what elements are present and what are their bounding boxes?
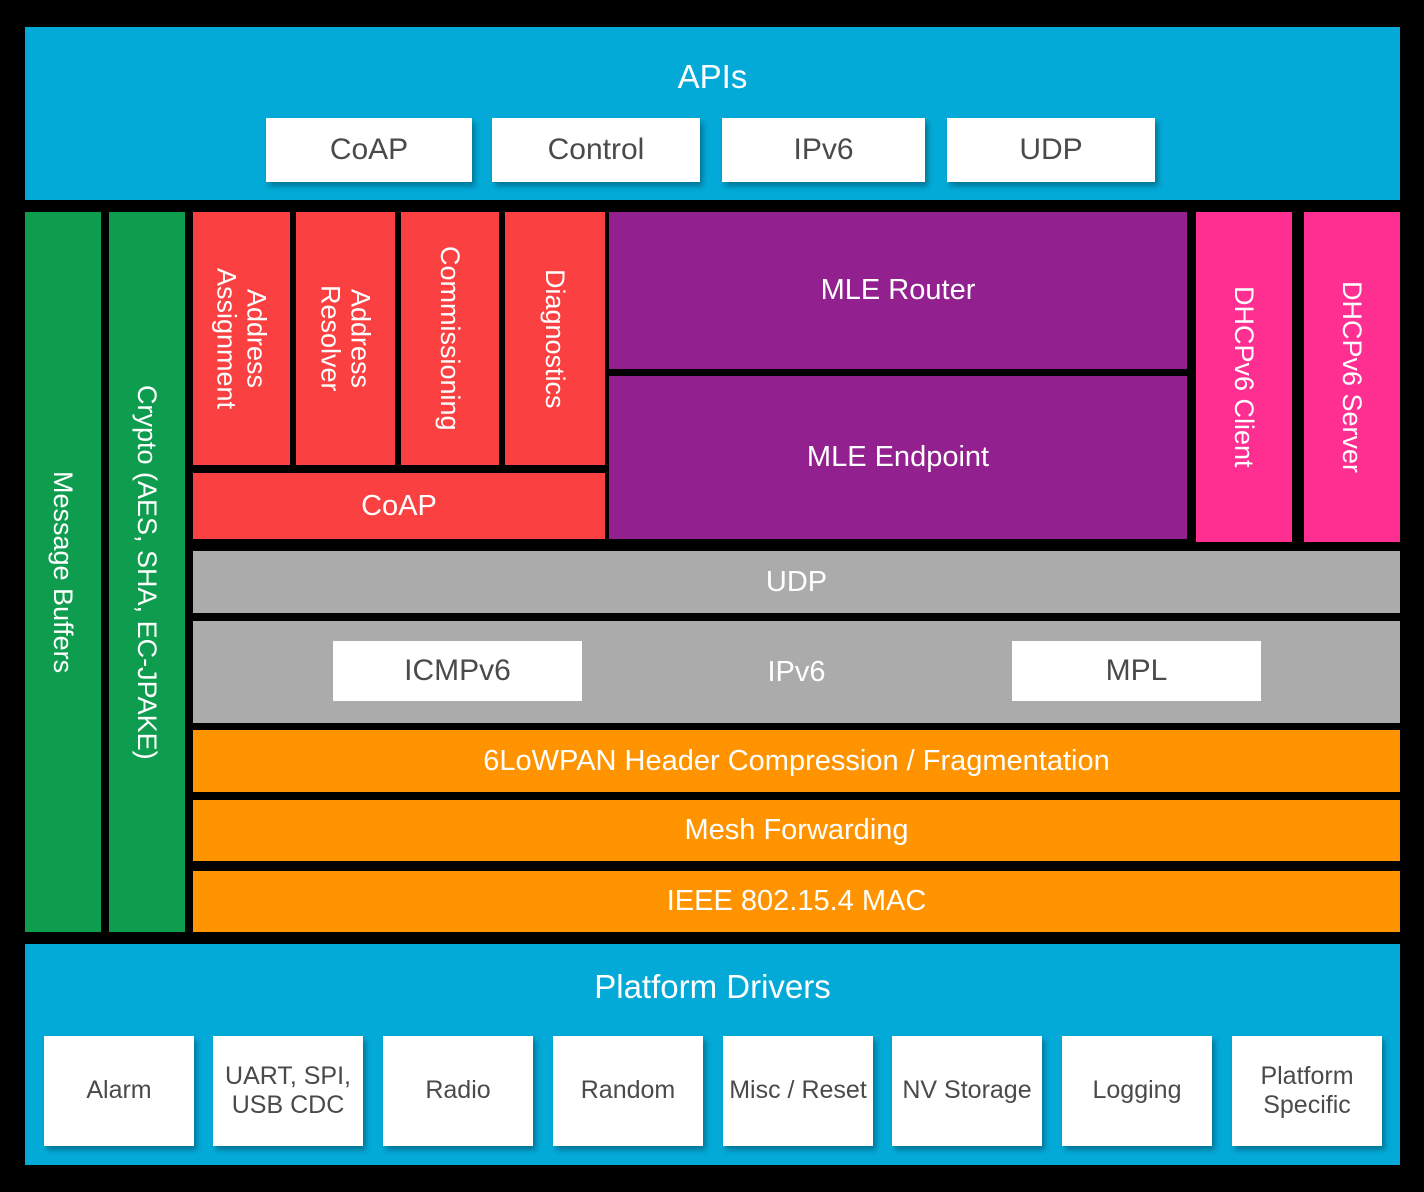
link-mesh-forwarding: Mesh Forwarding [193,800,1400,861]
transport-chip-icmpv6[interactable]: ICMPv6 [333,641,582,701]
mle-endpoint: MLE Endpoint [609,376,1187,539]
service-address-resolver: Address Resolver [296,212,395,465]
platform-chip-nv-storage[interactable]: NV Storage [892,1036,1042,1146]
service-address-resolver-label: Address Resolver [315,285,376,392]
dhcpv6-server-label: DHCPv6 Server [1337,280,1368,474]
platform-chip-misc-reset[interactable]: Misc / Reset [723,1036,873,1146]
platform-chip-random[interactable]: Random [553,1036,703,1146]
support-column-message-buffers-label: Message Buffers [48,470,79,674]
api-layer-panel [25,27,1400,200]
dhcpv6-client: DHCPv6 Client [1196,212,1292,542]
mle-router: MLE Router [609,212,1187,369]
dhcpv6-server: DHCPv6 Server [1304,212,1400,542]
service-address-assignment-label: Address Assignment [211,267,272,410]
service-commissioning-label: Commissioning [435,246,466,431]
stack-architecture-diagram: APIs CoAP Control IPv6 UDP Message Buffe… [0,0,1424,1192]
service-coap: CoAP [193,473,605,539]
api-chip-ipv6[interactable]: IPv6 [722,118,925,182]
api-chip-control[interactable]: Control [492,118,700,182]
service-address-assignment: Address Assignment [193,212,290,465]
transport-udp: UDP [193,551,1400,613]
service-commissioning: Commissioning [401,212,499,465]
platform-drivers-title: Platform Drivers [594,968,831,1006]
api-chip-coap[interactable]: CoAP [266,118,472,182]
link-6lowpan: 6LoWPAN Header Compression / Fragmentati… [193,730,1400,792]
link-ieee-802154-mac: IEEE 802.15.4 MAC [193,871,1400,932]
platform-chip-radio[interactable]: Radio [383,1036,533,1146]
transport-chip-mpl[interactable]: MPL [1012,641,1261,701]
service-diagnostics: Diagnostics [505,212,605,465]
support-column-message-buffers: Message Buffers [25,212,101,932]
support-column-crypto-label: Crypto (AES, SHA, EC-JPAKE) [132,384,163,760]
api-layer-title: APIs [677,58,748,96]
platform-chip-uart-spi-usb-cdc[interactable]: UART, SPI, USB CDC [213,1036,363,1146]
api-chip-udp[interactable]: UDP [947,118,1155,182]
service-diagnostics-label: Diagnostics [540,268,571,409]
platform-chip-platform-specific[interactable]: Platform Specific [1232,1036,1382,1146]
dhcpv6-client-label: DHCPv6 Client [1229,286,1260,468]
support-column-crypto: Crypto (AES, SHA, EC-JPAKE) [109,212,185,932]
platform-chip-logging[interactable]: Logging [1062,1036,1212,1146]
platform-chip-alarm[interactable]: Alarm [44,1036,194,1146]
